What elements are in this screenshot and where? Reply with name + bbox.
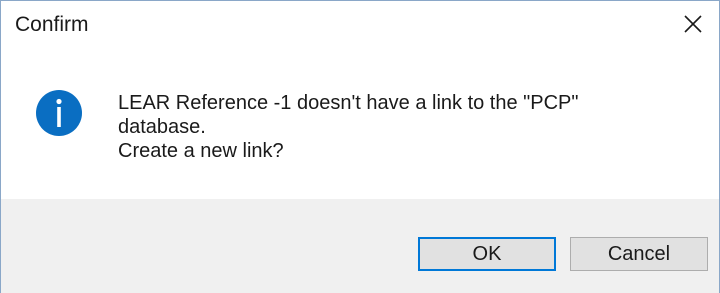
message-line: database.: [118, 116, 206, 138]
cancel-button[interactable]: Cancel: [570, 237, 708, 271]
ok-button[interactable]: OK: [418, 237, 556, 271]
dialog-content: LEAR Reference -1 doesn't have a link to…: [1, 49, 719, 199]
message-line: Create a new link?: [118, 140, 284, 162]
title-bar: Confirm: [1, 1, 719, 49]
dialog-footer: OK Cancel: [1, 199, 719, 293]
dialog-title: Confirm: [15, 13, 89, 36]
confirm-dialog: Confirm LEAR Reference -1 doesn't have a…: [0, 0, 720, 293]
info-icon: [36, 90, 82, 136]
message-line: LEAR Reference -1 doesn't have a link to…: [118, 92, 579, 114]
close-button[interactable]: [667, 1, 719, 47]
dialog-message: LEAR Reference -1 doesn't have a link to…: [118, 91, 698, 163]
close-icon: [684, 15, 702, 33]
